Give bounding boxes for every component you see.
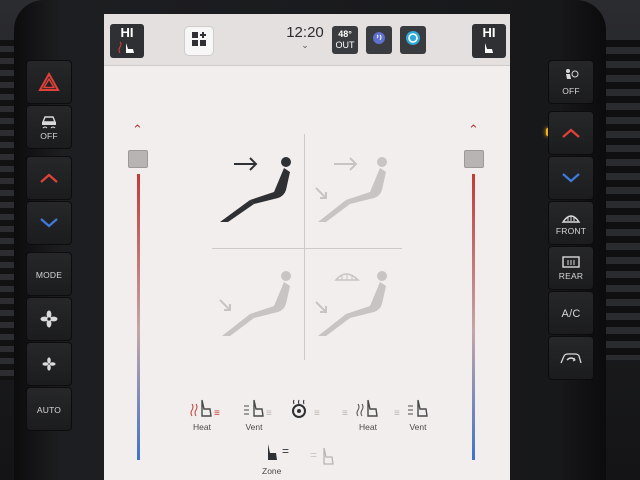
traction-control-button[interactable]: OFF <box>26 105 72 149</box>
heat-level-bars-icon: ≡ <box>214 408 220 419</box>
driver-seat-heat-button[interactable]: HI <box>110 24 144 58</box>
floor-defrost-airflow-icon <box>314 271 394 342</box>
passenger-temp-up-button[interactable] <box>548 111 594 155</box>
passenger-temp-slider-track[interactable] <box>472 174 475 460</box>
voice-assistant-button[interactable] <box>366 26 392 54</box>
passenger-temp-down-button[interactable] <box>548 156 594 200</box>
passenger-heat-level-bars-icon: ≡ <box>342 408 348 419</box>
seat-controls-row: Heat ≡ Vent ≡ ≡ ≡ Heat ≡ Vent <box>166 398 446 442</box>
driver-seat-icon <box>264 442 280 467</box>
mode-floor-button[interactable] <box>214 270 294 340</box>
front-defrost-label: FRONT <box>555 226 587 236</box>
zone-unlinked-icon: = <box>310 448 318 462</box>
passenger-temp-slider-thumb[interactable] <box>464 150 484 168</box>
voice-command-icon <box>371 30 387 51</box>
passenger-seat-heat-level: HI <box>482 25 496 40</box>
status-bar: HI 12:20 ⌄ 48° OUT HI <box>104 14 510 66</box>
steering-wheel-heat-control[interactable] <box>288 398 310 420</box>
seat-heat-icon <box>472 41 506 58</box>
floor-airflow-icon <box>214 271 294 344</box>
right-air-vent <box>600 40 640 360</box>
driver-temp-down-button[interactable] <box>26 201 72 245</box>
front-defrost-icon <box>561 210 581 224</box>
passenger-temp-up-arrow-icon[interactable]: ⌃ <box>468 122 479 138</box>
recirculation-icon <box>559 351 583 365</box>
outside-temp-value: 48° <box>338 29 352 39</box>
passenger-heat-label: Heat <box>359 422 377 432</box>
heated-steering-wheel-icon <box>289 399 309 420</box>
left-button-column: OFF MODE AUTO <box>26 60 72 432</box>
dashboard: OFF MODE AUTO OFF FRONT REAR A/C HI 12:2… <box>0 0 640 480</box>
clock-button[interactable]: 12:20 ⌄ <box>282 24 328 50</box>
passenger-seat-heat-button[interactable]: HI <box>472 24 506 58</box>
zone-sync-control[interactable]: = = Zone <box>256 442 336 478</box>
passenger-vent-label: Vent <box>409 422 427 432</box>
fan-low-icon <box>41 356 57 372</box>
vent-level-bars-icon: ≡ <box>266 408 272 419</box>
rear-defrost-label: REAR <box>558 271 584 281</box>
outside-temp-label: OUT <box>335 40 355 50</box>
right-button-column: OFF FRONT REAR A/C <box>548 60 594 381</box>
auto-climate-button[interactable]: AUTO <box>26 387 72 431</box>
seat-heat-icon <box>110 41 144 58</box>
temp-down-chevron-icon <box>38 217 60 229</box>
apps-button[interactable] <box>184 26 214 56</box>
panel-floor-airflow-icon <box>314 157 394 226</box>
driver-temp-slider-track[interactable] <box>137 174 140 460</box>
fan-high-icon <box>40 310 58 328</box>
auto-button-label: AUTO <box>36 405 62 415</box>
mode-grid-divider-horizontal <box>212 248 402 249</box>
mode-panel-button[interactable] <box>214 152 294 222</box>
ac-button[interactable]: A/C <box>548 291 594 335</box>
driver-temp-up-arrow-icon[interactable]: ⌃ <box>132 122 143 138</box>
fan-up-button[interactable] <box>26 297 72 341</box>
passenger-seat-vent-control[interactable]: Vent <box>400 398 436 432</box>
passenger-seat-icon <box>320 446 336 471</box>
clock-time: 12:20 <box>286 24 324 41</box>
seat-heat-icon <box>190 399 214 420</box>
temp-up-chevron-icon <box>560 127 582 139</box>
driver-temp-slider-thumb[interactable] <box>128 150 148 168</box>
seat-heat-icon <box>356 399 380 420</box>
passenger-airbag-label: OFF <box>562 86 580 96</box>
chevron-down-icon: ⌄ <box>301 40 309 50</box>
traction-control-icon <box>39 113 59 129</box>
mode-grid-divider-vertical <box>304 134 305 360</box>
mode-button[interactable]: MODE <box>26 252 72 296</box>
passenger-airbag-icon <box>563 68 579 84</box>
traction-control-label: OFF <box>40 131 58 141</box>
wheel-level-bars-icon: ≡ <box>314 408 320 419</box>
panel-airflow-icon <box>214 157 294 226</box>
hazard-button[interactable] <box>26 60 72 104</box>
alexa-button[interactable] <box>400 26 426 54</box>
temp-up-chevron-icon <box>38 172 60 184</box>
alexa-icon <box>404 29 422 52</box>
apps-grid-icon <box>191 31 207 52</box>
climate-screen: HI 12:20 ⌄ 48° OUT HI ⌃ ⌃ Heat ≡ Vent ≡ … <box>104 14 510 480</box>
mode-panel-floor-button[interactable] <box>314 152 394 222</box>
hazard-triangle-icon <box>38 72 60 92</box>
temp-down-chevron-icon <box>560 172 582 184</box>
passenger-vent-level-bars-icon: ≡ <box>394 408 400 419</box>
seat-vent-icon <box>242 399 266 420</box>
ac-button-label: A/C <box>561 308 581 320</box>
recirculation-button[interactable] <box>548 336 594 380</box>
front-defrost-button[interactable]: FRONT <box>548 201 594 245</box>
fan-down-button[interactable] <box>26 342 72 386</box>
mode-button-label: MODE <box>35 270 63 280</box>
driver-vent-label: Vent <box>245 422 263 432</box>
passenger-seat-heat-control[interactable]: Heat <box>350 398 386 432</box>
mode-floor-defrost-button[interactable] <box>314 268 394 338</box>
driver-seat-heat-level: HI <box>120 25 134 40</box>
driver-temp-up-button[interactable] <box>26 156 72 200</box>
outside-temperature-badge: 48° OUT <box>332 26 358 54</box>
zone-linked-icon: = <box>282 444 290 458</box>
zone-label: Zone <box>262 466 282 476</box>
passenger-airbag-indicator: OFF <box>548 60 594 104</box>
rear-defrost-button[interactable]: REAR <box>548 246 594 290</box>
seat-vent-icon <box>406 399 430 420</box>
driver-heat-label: Heat <box>193 422 211 432</box>
rear-defrost-icon <box>561 255 581 269</box>
